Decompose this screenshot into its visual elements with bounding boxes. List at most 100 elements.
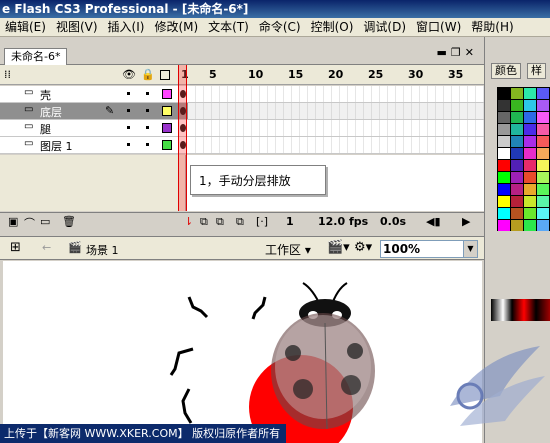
chevron-down-icon[interactable]: ▼ (463, 241, 477, 257)
color-swatch[interactable] (524, 124, 536, 135)
color-swatch[interactable] (524, 136, 536, 147)
color-swatch[interactable] (511, 208, 523, 219)
color-swatch[interactable] (537, 208, 549, 219)
layer-row[interactable]: ▭ 图层 1 (0, 137, 484, 154)
color-swatch[interactable] (537, 112, 549, 123)
color-swatch[interactable] (511, 88, 523, 99)
swatch-grid[interactable] (497, 87, 550, 231)
color-swatch[interactable] (537, 160, 549, 171)
menu-window[interactable]: 窗口(W) (411, 18, 466, 36)
color-swatch[interactable] (498, 112, 510, 123)
frame-cells[interactable] (188, 137, 484, 153)
layer-color-swatch[interactable] (162, 140, 172, 150)
gradient-swatches[interactable] (491, 299, 550, 321)
color-swatch[interactable] (524, 160, 536, 171)
color-swatch[interactable] (498, 124, 510, 135)
edit-symbol-icon[interactable]: ⚙▾ (354, 240, 372, 255)
color-swatch[interactable] (498, 196, 510, 207)
color-swatch[interactable] (511, 172, 523, 183)
zoom-select[interactable]: 100% ▼ (380, 240, 478, 258)
color-swatch[interactable] (524, 88, 536, 99)
color-swatch[interactable] (537, 220, 549, 231)
color-swatch[interactable] (524, 184, 536, 195)
color-swatch[interactable] (524, 220, 536, 231)
new-folder-icon[interactable]: ▭ (40, 215, 50, 228)
color-swatch[interactable] (498, 160, 510, 171)
color-swatch[interactable] (511, 160, 523, 171)
color-swatch[interactable] (511, 148, 523, 159)
color-swatch[interactable] (537, 136, 549, 147)
color-swatch[interactable] (537, 148, 549, 159)
visibility-dot[interactable] (127, 143, 130, 146)
visibility-dot[interactable] (127, 126, 130, 129)
color-swatch[interactable] (537, 196, 549, 207)
color-swatch[interactable] (524, 112, 536, 123)
color-swatch[interactable] (537, 88, 549, 99)
layer-color-swatch[interactable] (162, 89, 172, 99)
onion-outline-icon[interactable]: ⧉ (216, 215, 224, 229)
onion-skin-icon[interactable]: ⧉ (200, 215, 208, 229)
color-swatch[interactable] (537, 172, 549, 183)
color-swatch[interactable] (524, 100, 536, 111)
lock-dot[interactable] (146, 109, 149, 112)
visibility-dot[interactable] (127, 109, 130, 112)
frame-cells[interactable] (188, 120, 484, 136)
color-swatch[interactable] (511, 112, 523, 123)
color-swatch[interactable] (511, 196, 523, 207)
layer-row[interactable]: ▭ 壳 (0, 86, 484, 103)
menu-modify[interactable]: 修改(M) (149, 18, 203, 36)
color-swatch[interactable] (511, 124, 523, 135)
menu-help[interactable]: 帮助(H) (466, 18, 518, 36)
color-swatch[interactable] (524, 208, 536, 219)
color-swatch[interactable] (524, 148, 536, 159)
motion-guide-icon[interactable]: ⌒ (24, 215, 35, 231)
center-frame-icon[interactable]: ⇂ (184, 215, 193, 228)
eye-icon[interactable]: 👁 (122, 68, 136, 81)
color-swatch[interactable] (511, 220, 523, 231)
color-swatch[interactable] (524, 196, 536, 207)
lock-dot[interactable] (146, 92, 149, 95)
menu-edit[interactable]: 编辑(E) (0, 18, 51, 36)
color-swatch[interactable] (498, 172, 510, 183)
color-swatch[interactable] (498, 184, 510, 195)
layer-color-swatch[interactable] (162, 106, 172, 116)
color-swatch[interactable] (498, 148, 510, 159)
color-swatch[interactable] (498, 220, 510, 231)
playhead[interactable] (178, 65, 187, 211)
layer-color-swatch[interactable] (162, 123, 172, 133)
back-arrow-icon[interactable]: ← (42, 241, 51, 254)
color-swatch[interactable] (498, 136, 510, 147)
scroll-left-icon[interactable]: ◀▮ (426, 215, 441, 228)
document-tab[interactable]: 未命名-6* (4, 48, 68, 66)
workspace-menu[interactable]: 工作区 ▾ (265, 241, 311, 258)
trash-icon[interactable]: 🗑 (62, 215, 76, 228)
frame-cells[interactable] (188, 103, 484, 119)
lock-dot[interactable] (146, 126, 149, 129)
menu-control[interactable]: 控制(O) (306, 18, 359, 36)
outline-icon[interactable] (160, 70, 170, 80)
menu-text[interactable]: 文本(T) (203, 18, 254, 36)
scroll-right-icon[interactable]: ▶ (462, 215, 470, 228)
frame-cells[interactable] (188, 86, 484, 102)
color-swatch[interactable] (498, 208, 510, 219)
menu-commands[interactable]: 命令(C) (254, 18, 306, 36)
color-swatch[interactable] (524, 172, 536, 183)
tab-swatches[interactable]: 样 (527, 63, 546, 79)
close-icon[interactable]: ✕ (465, 46, 478, 59)
stage-canvas[interactable] (3, 261, 482, 443)
restore-icon[interactable]: ❐ (451, 46, 465, 59)
edit-multiple-icon[interactable]: ⧉ (236, 215, 244, 229)
timeline-toggle-icon[interactable]: ⊞ (10, 240, 21, 255)
layer-row-selected[interactable]: ▭ 底层 ✎ (0, 103, 484, 120)
visibility-dot[interactable] (127, 92, 130, 95)
menu-insert[interactable]: 插入(I) (103, 18, 150, 36)
color-swatch[interactable] (537, 184, 549, 195)
frame-rate[interactable]: 12.0 fps (318, 215, 368, 228)
color-swatch[interactable] (537, 100, 549, 111)
scene-name[interactable]: 场景 1 (86, 242, 119, 258)
color-swatch[interactable] (511, 184, 523, 195)
new-layer-icon[interactable]: ▣ (8, 215, 18, 228)
layer-row[interactable]: ▭ 腿 (0, 120, 484, 137)
tab-color[interactable]: 颜色 (491, 63, 521, 79)
lock-dot[interactable] (146, 143, 149, 146)
